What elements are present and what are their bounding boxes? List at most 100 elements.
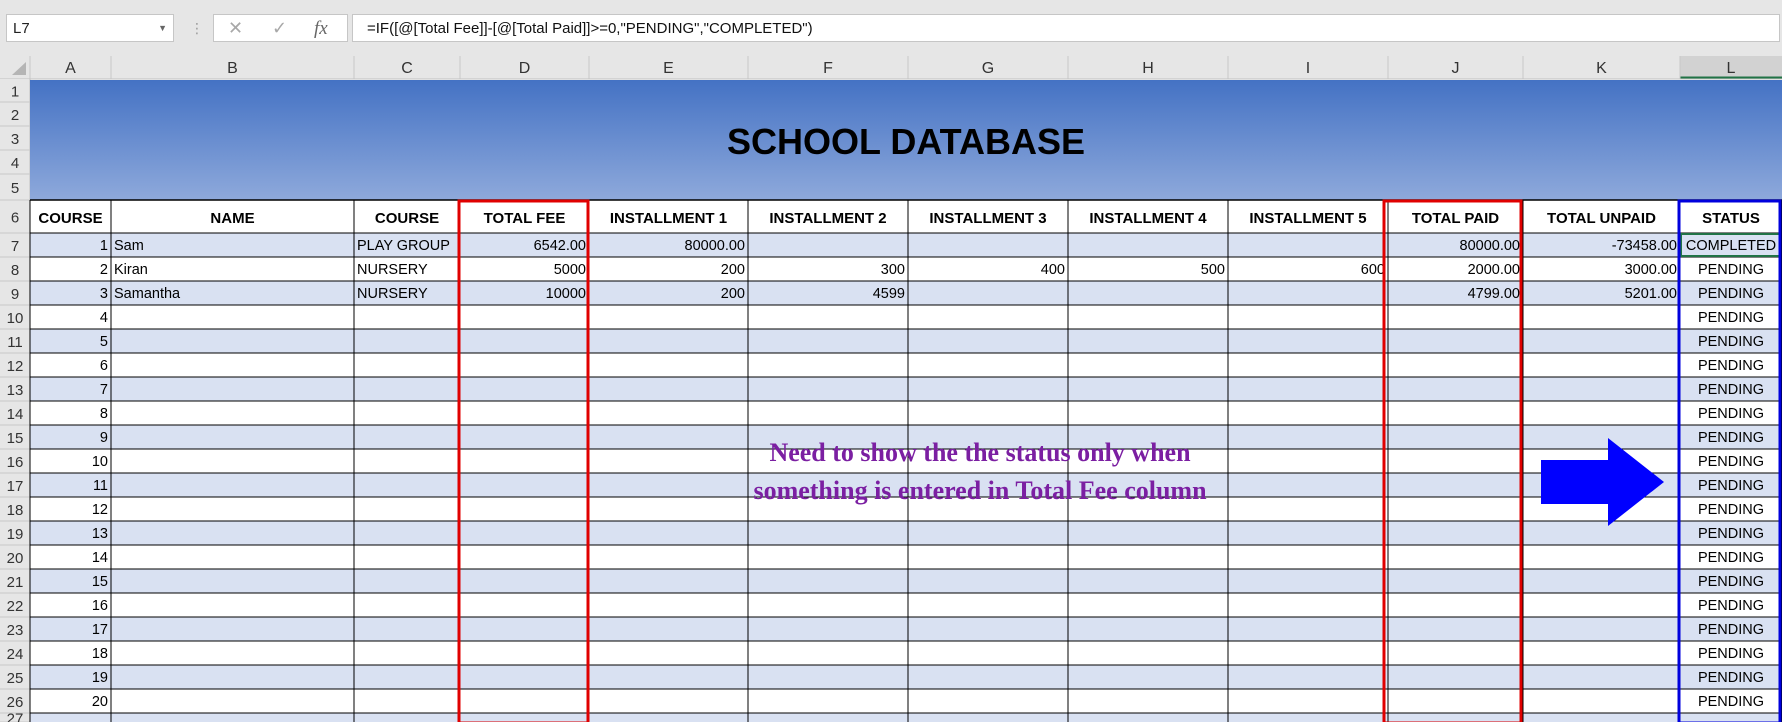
row-header-24[interactable]: 24 bbox=[7, 646, 24, 663]
cell-r10-cA[interactable]: 10 bbox=[92, 454, 108, 470]
cell-r3-cL[interactable]: PENDING bbox=[1698, 286, 1764, 302]
cell-r3-cA[interactable]: 3 bbox=[100, 286, 108, 302]
cell-r9-cA[interactable]: 9 bbox=[100, 430, 108, 446]
cell-r8-cA[interactable]: 8 bbox=[100, 406, 108, 422]
column-header-K[interactable]: K bbox=[1596, 60, 1607, 77]
cell-r1-cB[interactable]: Sam bbox=[114, 238, 144, 254]
row-header-18[interactable]: 18 bbox=[7, 502, 24, 519]
column-header-F[interactable]: F bbox=[823, 60, 833, 77]
column-header-H[interactable]: H bbox=[1142, 60, 1154, 77]
cell-r5-cA[interactable]: 5 bbox=[100, 334, 108, 350]
formula-input[interactable]: =IF([@[Total Fee]]-[@[Total Paid]]>=0,"P… bbox=[352, 14, 1780, 42]
name-box-dropdown-icon[interactable]: ▼ bbox=[158, 23, 167, 33]
table-header-6[interactable]: INSTALLMENT 2 bbox=[769, 210, 886, 227]
row-header-23[interactable]: 23 bbox=[7, 622, 24, 639]
cell-r2-cE[interactable]: 200 bbox=[721, 262, 745, 278]
cell-r8-cL[interactable]: PENDING bbox=[1698, 406, 1764, 422]
column-header-J[interactable]: J bbox=[1452, 60, 1460, 77]
row-header-19[interactable]: 19 bbox=[7, 526, 24, 543]
column-header-L[interactable]: L bbox=[1727, 60, 1736, 77]
row-header-2[interactable]: 2 bbox=[11, 107, 19, 124]
cell-r13-cA[interactable]: 13 bbox=[92, 526, 108, 542]
cell-r11-cA[interactable]: 11 bbox=[93, 478, 108, 494]
column-header-D[interactable]: D bbox=[519, 60, 531, 77]
row-header-11[interactable]: 11 bbox=[7, 334, 23, 351]
row-header-27[interactable]: 27 bbox=[7, 711, 24, 722]
cell-r3-cB[interactable]: Samantha bbox=[114, 286, 181, 302]
cell-r3-cK[interactable]: 5201.00 bbox=[1625, 286, 1677, 302]
column-header-G[interactable]: G bbox=[982, 60, 994, 77]
table-header-1[interactable]: COURSE bbox=[38, 210, 102, 227]
table-header-8[interactable]: INSTALLMENT 4 bbox=[1089, 210, 1207, 227]
cell-r19-cA[interactable]: 19 bbox=[92, 670, 108, 686]
enter-icon[interactable]: ✓ bbox=[272, 18, 287, 39]
column-header-B[interactable]: B bbox=[227, 60, 238, 77]
cell-r10-cL[interactable]: PENDING bbox=[1698, 454, 1764, 470]
cell-r14-cA[interactable]: 14 bbox=[92, 550, 108, 566]
cell-r2-cK[interactable]: 3000.00 bbox=[1625, 262, 1677, 278]
cell-r15-cA[interactable]: 15 bbox=[92, 574, 108, 590]
table-header-3[interactable]: COURSE bbox=[375, 210, 439, 227]
cell-r2-cF[interactable]: 300 bbox=[881, 262, 905, 278]
row-header-7[interactable]: 7 bbox=[11, 238, 19, 255]
row-header-12[interactable]: 12 bbox=[7, 358, 24, 375]
cell-r13-cL[interactable]: PENDING bbox=[1698, 526, 1764, 542]
row-header-6[interactable]: 6 bbox=[11, 210, 19, 227]
cell-r2-cL[interactable]: PENDING bbox=[1698, 262, 1764, 278]
cell-r2-cG[interactable]: 400 bbox=[1041, 262, 1065, 278]
cell-r12-cA[interactable]: 12 bbox=[92, 502, 108, 518]
table-header-4[interactable]: TOTAL FEE bbox=[484, 210, 566, 227]
cell-r2-cA[interactable]: 2 bbox=[100, 262, 108, 278]
cell-r18-cL[interactable]: PENDING bbox=[1698, 646, 1764, 662]
row-header-17[interactable]: 17 bbox=[7, 478, 24, 495]
cell-r1-cK[interactable]: -73458.00 bbox=[1612, 238, 1677, 254]
row-header-26[interactable]: 26 bbox=[7, 694, 24, 711]
cell-r17-cA[interactable]: 17 bbox=[92, 622, 108, 638]
row-header-15[interactable]: 15 bbox=[7, 430, 24, 447]
row-header-25[interactable]: 25 bbox=[7, 670, 24, 687]
table-header-10[interactable]: TOTAL PAID bbox=[1412, 210, 1499, 227]
cell-r6-cA[interactable]: 6 bbox=[100, 358, 108, 374]
row-header-16[interactable]: 16 bbox=[7, 454, 24, 471]
table-header-11[interactable]: TOTAL UNPAID bbox=[1547, 210, 1656, 227]
cell-r14-cL[interactable]: PENDING bbox=[1698, 550, 1764, 566]
cell-r16-cA[interactable]: 16 bbox=[92, 598, 108, 614]
row-header-21[interactable]: 21 bbox=[7, 574, 24, 591]
column-header-A[interactable]: A bbox=[65, 60, 76, 77]
column-header-I[interactable]: I bbox=[1306, 60, 1310, 77]
cell-r7-cL[interactable]: PENDING bbox=[1698, 382, 1764, 398]
cell-r6-cL[interactable]: PENDING bbox=[1698, 358, 1764, 374]
column-header-E[interactable]: E bbox=[663, 60, 674, 77]
table-header-9[interactable]: INSTALLMENT 5 bbox=[1249, 210, 1366, 227]
row-header-3[interactable]: 3 bbox=[11, 131, 19, 148]
row-header-1[interactable]: 1 bbox=[11, 84, 19, 101]
cell-r1-cL[interactable]: COMPLETED bbox=[1686, 238, 1776, 254]
cell-r2-cI[interactable]: 600 bbox=[1361, 262, 1385, 278]
row-header-13[interactable]: 13 bbox=[7, 382, 24, 399]
cell-r17-cL[interactable]: PENDING bbox=[1698, 622, 1764, 638]
row-header-4[interactable]: 4 bbox=[11, 155, 19, 172]
cell-r3-cD[interactable]: 10000 bbox=[546, 286, 586, 302]
cell-r12-cL[interactable]: PENDING bbox=[1698, 502, 1764, 518]
cell-r20-cL[interactable]: PENDING bbox=[1698, 694, 1764, 710]
cell-r11-cL[interactable]: PENDING bbox=[1698, 478, 1764, 494]
column-header-C[interactable]: C bbox=[401, 60, 413, 77]
cell-r2-cJ[interactable]: 2000.00 bbox=[1468, 262, 1520, 278]
cell-r4-cA[interactable]: 4 bbox=[100, 310, 108, 326]
table-header-7[interactable]: INSTALLMENT 3 bbox=[929, 210, 1046, 227]
table-header-2[interactable]: NAME bbox=[210, 210, 254, 227]
cell-r9-cL[interactable]: PENDING bbox=[1698, 430, 1764, 446]
cell-r2-cB[interactable]: Kiran bbox=[114, 262, 148, 278]
cell-r3-cJ[interactable]: 4799.00 bbox=[1468, 286, 1520, 302]
cell-r3-cE[interactable]: 200 bbox=[721, 286, 745, 302]
cell-r1-cD[interactable]: 6542.00 bbox=[534, 238, 586, 254]
row-header-10[interactable]: 10 bbox=[7, 310, 24, 327]
row-header-14[interactable]: 14 bbox=[7, 406, 24, 423]
cell-r1-cJ[interactable]: 80000.00 bbox=[1460, 238, 1520, 254]
name-box[interactable]: L7 ▼ bbox=[6, 14, 174, 42]
cell-r1-cA[interactable]: 1 bbox=[100, 238, 108, 254]
insert-function-icon[interactable]: fx bbox=[314, 18, 328, 40]
cell-r4-cL[interactable]: PENDING bbox=[1698, 310, 1764, 326]
row-header-8[interactable]: 8 bbox=[11, 262, 19, 279]
cell-r7-cA[interactable]: 7 bbox=[100, 382, 108, 398]
